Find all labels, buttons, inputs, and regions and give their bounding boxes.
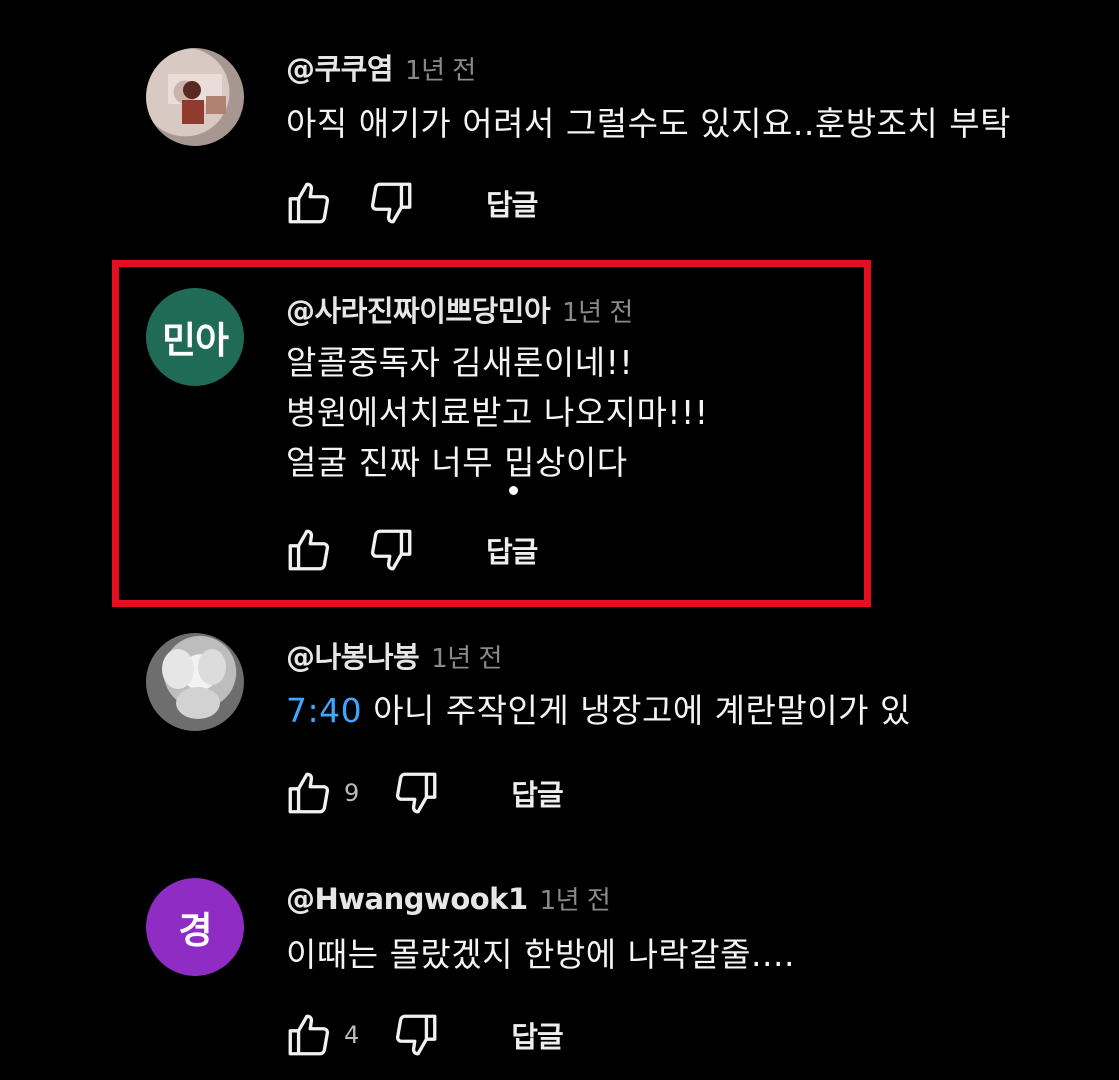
like-count: 4: [344, 1021, 360, 1049]
thumbs-up-icon: [288, 182, 330, 224]
comment-author-line: @나봉나봉 1년 전: [286, 634, 502, 676]
comment-text: 이때는 몰랐겠지 한방에 나락갈줄....: [286, 930, 795, 980]
like-button[interactable]: 4: [284, 1010, 359, 1060]
avatar[interactable]: 민아: [146, 288, 244, 386]
thumbs-up-icon: [288, 772, 330, 814]
like-button[interactable]: [284, 525, 334, 575]
reply-button[interactable]: 답글: [511, 772, 563, 814]
dislike-button[interactable]: [391, 768, 441, 818]
reply-button[interactable]: 답글: [486, 182, 538, 224]
comment-text: 알콜중독자 김새론이네!! 병원에서치료받고 나오지마!!! 얼굴 진짜 너무 …: [286, 338, 709, 488]
dislike-button[interactable]: [391, 1010, 441, 1060]
comment-time[interactable]: 1년 전: [431, 644, 502, 674]
comment-author[interactable]: @사라진짜이쁘당민아: [286, 294, 551, 328]
comment-author[interactable]: @나봉나봉: [286, 640, 420, 674]
thumbs-up-icon: [288, 529, 330, 571]
comment-author-line: @쿠쿠염 1년 전: [286, 46, 476, 88]
comment-line: 이때는 몰랐겠지 한방에 나락갈줄....: [286, 935, 795, 974]
comment-line: 병원에서치료받고 나오지마!!!: [286, 393, 709, 432]
comment-actions: 답글: [284, 522, 538, 578]
reply-button[interactable]: 답글: [511, 1014, 563, 1056]
thumbs-down-icon: [396, 1014, 437, 1056]
comment-time[interactable]: 1년 전: [562, 298, 633, 328]
dislike-button[interactable]: [366, 525, 416, 575]
comment-text: 7:40 아니 주작인게 냉장고에 계란말이가 있: [286, 686, 956, 736]
comment-author[interactable]: @쿠쿠염: [286, 52, 394, 86]
white-object-photo-icon: [162, 649, 226, 719]
reply-button[interactable]: 답글: [486, 529, 538, 571]
thumbs-up-icon: [288, 1014, 330, 1056]
comment-time[interactable]: 1년 전: [540, 886, 611, 916]
comment-line: 아니 주작인게 냉장고에 계란말이가 있: [373, 691, 911, 730]
avatar[interactable]: [146, 633, 244, 731]
avatar-initials: 민아: [161, 319, 229, 362]
comment-line: 얼굴 진짜 너무 밉상이다: [286, 443, 628, 482]
avatar[interactable]: 경: [146, 878, 244, 976]
like-button[interactable]: [284, 178, 334, 228]
comment-text: 아직 애기가 어려서 그럴수도 있지요..훈방조치 부탁: [286, 99, 1076, 149]
comment-actions: 4 답글: [284, 1007, 564, 1063]
thumbs-down-icon: [370, 182, 412, 224]
profile-photo-icon: [168, 74, 226, 124]
thumbs-down-icon: [396, 772, 437, 814]
dislike-button[interactable]: [366, 178, 416, 228]
comment-line: 아직 애기가 어려서 그럴수도 있지요..훈방조치 부탁: [286, 104, 1011, 143]
like-button[interactable]: 9: [284, 768, 359, 818]
comment-author[interactable]: @Hwangwook1: [286, 882, 528, 916]
comment-author-line: @Hwangwook1 1년 전: [286, 880, 611, 917]
comment-author-line: @사라진짜이쁘당민아 1년 전: [286, 288, 633, 330]
avatar[interactable]: [146, 48, 244, 146]
comment-actions: 답글: [284, 175, 538, 231]
comment-actions: 9 답글: [284, 765, 564, 821]
comment-time[interactable]: 1년 전: [405, 56, 476, 86]
video-timestamp-link[interactable]: 7:40: [286, 691, 362, 730]
comment-item: 경 @Hwangwook1 1년 전 이때는 몰랐겠지 한방에 나락갈줄.... …: [0, 0, 1119, 1056]
like-count: 9: [344, 779, 360, 807]
comment-line: 알콜중독자 김새론이네!!: [286, 343, 634, 382]
avatar-initials: 경: [178, 909, 212, 952]
mouse-cursor: [507, 484, 520, 497]
thumbs-down-icon: [370, 529, 412, 571]
